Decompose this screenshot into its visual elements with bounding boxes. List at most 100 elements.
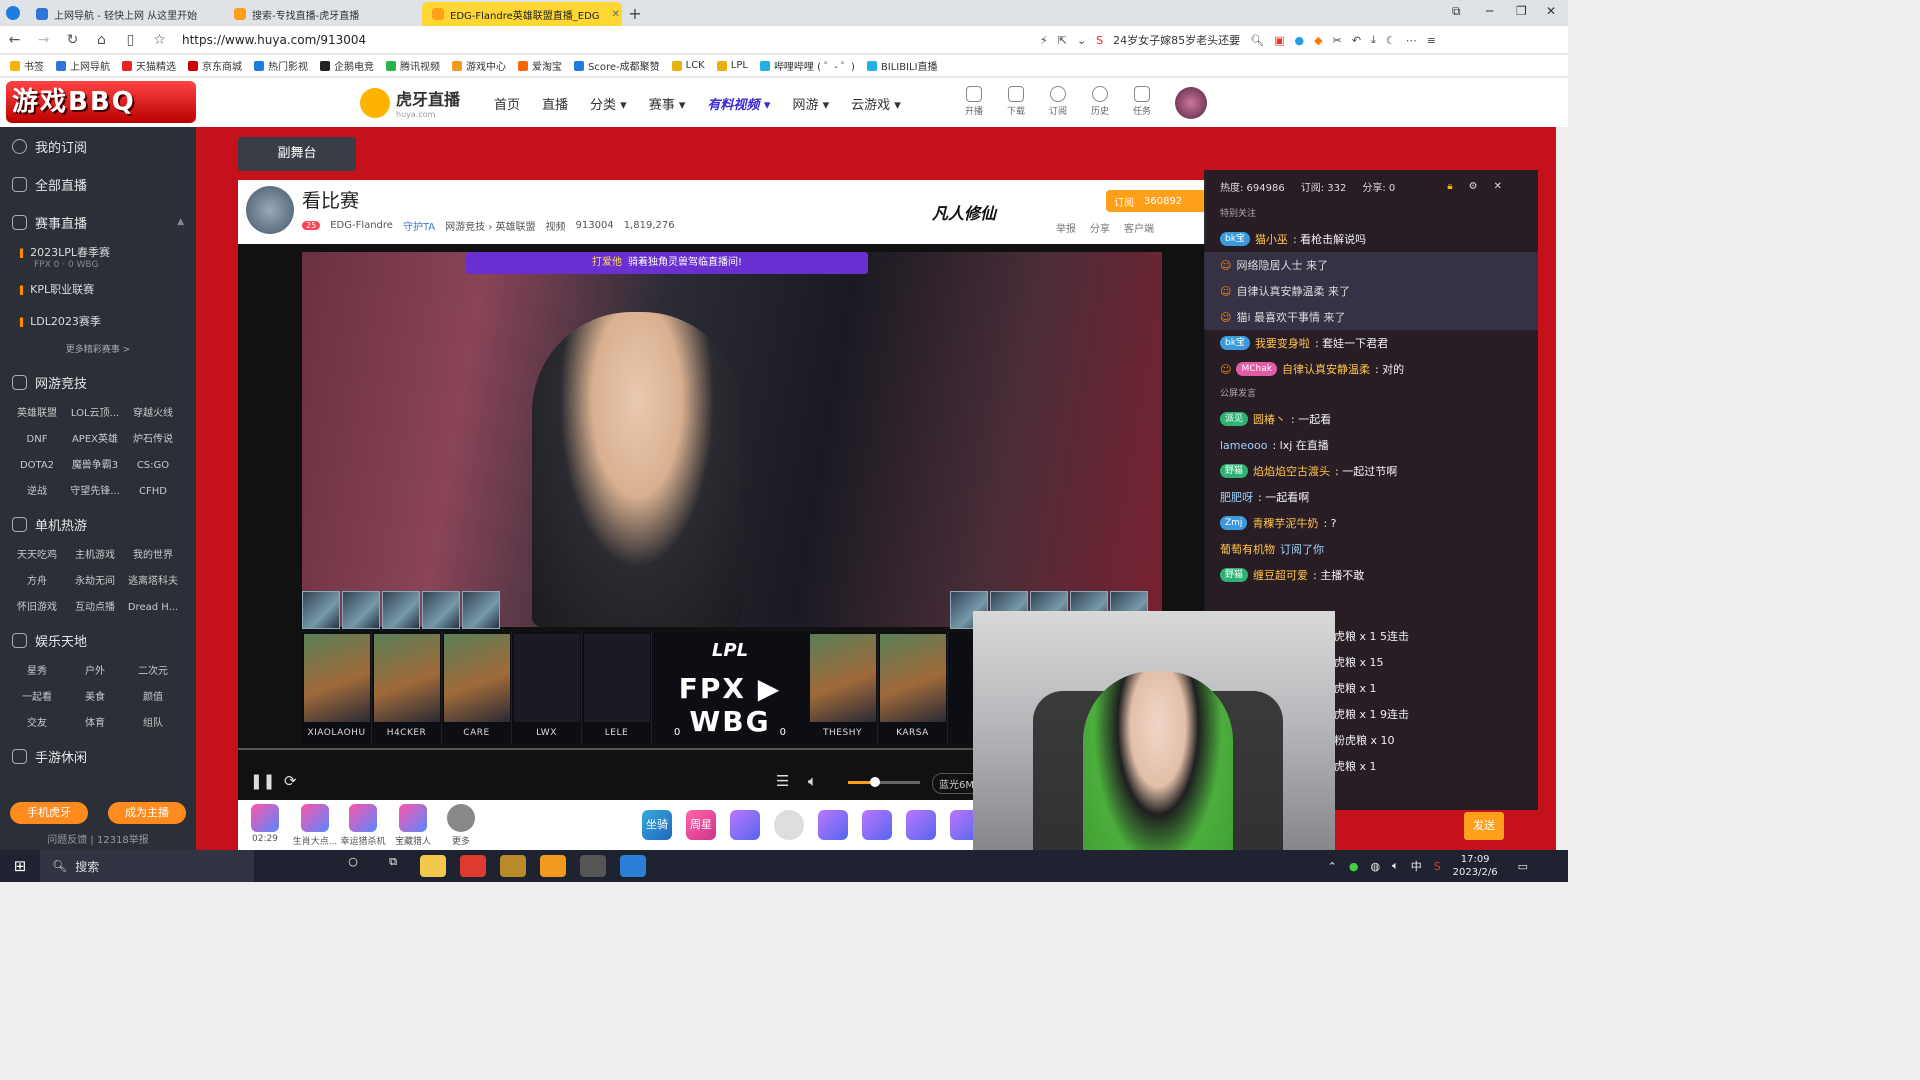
tab-1[interactable]: 搜索-专找直播-虎牙直播 <box>224 2 422 26</box>
new-tab-button[interactable]: + <box>622 4 648 23</box>
chat-message[interactable]: ☺ MChak 自律认真安静温柔: 对的 <box>1204 356 1538 382</box>
collapse-icon[interactable]: ▲ <box>177 217 184 227</box>
nav-home[interactable]: 首页 <box>494 94 520 113</box>
night-mode-icon[interactable]: ☾ <box>1386 34 1396 47</box>
sidebar-item-subscriptions[interactable]: 我的订阅 <box>0 127 196 165</box>
more-events-link[interactable]: 更多精彩赛事 > <box>0 337 196 363</box>
category-link[interactable]: 互动点播 <box>66 595 124 621</box>
download-button[interactable]: 下载 <box>1004 86 1028 117</box>
danmaku-icon[interactable]: ☰ <box>776 772 789 790</box>
category-link[interactable]: 逆战 <box>8 479 66 505</box>
sidebar-event[interactable]: 2023LPL春季赛 FPX 0 · 0 WBG <box>0 241 196 273</box>
back-icon[interactable]: ← <box>0 32 29 48</box>
chat-message[interactable]: bk宝 猫小巫: 看枪击解说吗 <box>1204 226 1538 252</box>
sidebar-item-all-live[interactable]: 全部直播 <box>0 165 196 203</box>
app-tray-icon[interactable]: ● <box>1349 860 1359 873</box>
sidebar-section-single-player[interactable]: 单机热游 <box>0 505 196 543</box>
category-breadcrumb[interactable]: 网游竞技 › 英雄联盟 <box>445 218 535 233</box>
gift-icon[interactable] <box>730 810 760 840</box>
gift-icon[interactable] <box>818 810 848 840</box>
chat-message[interactable]: bk宝 我要变身啦: 套娃一下君君 <box>1204 330 1538 356</box>
tab-close-icon[interactable]: ✕ <box>612 9 620 20</box>
category-link[interactable]: DNF <box>8 427 66 453</box>
sidebar-item-event-live[interactable]: 赛事直播 ▲ <box>0 203 196 241</box>
category-link[interactable]: 方舟 <box>8 569 66 595</box>
category-link[interactable]: 主机游戏 <box>66 543 124 569</box>
bookmark-item[interactable]: 热门影视 <box>254 58 308 73</box>
gift-icon[interactable] <box>906 810 936 840</box>
brand-logo[interactable]: 游戏BBQ <box>6 81 196 123</box>
nav-category[interactable]: 分类 ▾ <box>590 94 627 113</box>
tools-icon[interactable]: ✂ <box>1333 34 1342 47</box>
huya-logo[interactable]: 虎牙直播 huya.com <box>360 86 460 119</box>
more-games-button[interactable]: 更多 <box>436 804 486 847</box>
sidebar-event[interactable]: KPL职业联赛 <box>0 273 196 305</box>
secondary-stage-tab[interactable]: 副舞台 <box>238 137 356 171</box>
category-link[interactable]: 美食 <box>66 685 124 711</box>
maximize-icon[interactable]: ❐ <box>1516 4 1527 18</box>
nav-videos[interactable]: 有料视频 ▾ <box>707 94 770 113</box>
nav-online-games[interactable]: 网游 ▾ <box>792 94 829 113</box>
task-view-icon[interactable]: ⧉ <box>380 855 406 877</box>
volume-slider[interactable] <box>848 777 920 787</box>
bookmark-item[interactable]: 游戏中心 <box>452 58 506 73</box>
category-link[interactable]: 户外 <box>66 659 124 685</box>
treasure-box[interactable]: 02:29 <box>240 804 290 844</box>
bookmark-item[interactable]: 上网导航 <box>56 58 110 73</box>
category-link[interactable]: LOL云顶... <box>66 401 124 427</box>
undo-icon[interactable]: ↶ <box>1352 34 1361 47</box>
refresh-icon[interactable]: ⟳ <box>284 772 297 790</box>
minimize-icon[interactable]: ─ <box>1486 4 1493 18</box>
chat-message[interactable]: 派见 圆椿丶: 一起看 <box>1204 406 1538 432</box>
category-link[interactable]: Dread H... <box>124 595 182 621</box>
close-icon[interactable]: ✕ <box>1494 181 1502 192</box>
forward-icon[interactable]: → <box>29 32 58 48</box>
category-link[interactable]: 颜值 <box>124 685 182 711</box>
menu-icon[interactable]: ≡ <box>1427 34 1436 47</box>
category-link[interactable]: CFHD <box>124 479 182 505</box>
category-link[interactable]: 怀旧游戏 <box>8 595 66 621</box>
chat-message[interactable]: Zmj 青稞芋泥牛奶: ? <box>1204 510 1538 536</box>
nav-cloud-games[interactable]: 云游戏 ▾ <box>851 94 901 113</box>
sidebar-section-online-games[interactable]: 网游竞技 <box>0 363 196 401</box>
become-anchor-button[interactable]: 成为主播 <box>108 802 186 824</box>
bookmark-item[interactable]: 企鹅电竞 <box>320 58 374 73</box>
volume-knob[interactable] <box>870 777 881 787</box>
game-entry[interactable]: 幸运猎杀机 <box>338 804 388 847</box>
category-link[interactable]: 英雄联盟 <box>8 401 66 427</box>
subscriptions-button[interactable]: 订阅 <box>1046 86 1070 117</box>
tab-list-icon[interactable]: ⧉ <box>1452 4 1461 19</box>
search-icon[interactable]: 🔍︎ <box>1250 34 1264 47</box>
bookmark-item[interactable]: 腾讯视频 <box>386 58 440 73</box>
streamer-avatar[interactable] <box>246 186 294 234</box>
more-icon[interactable]: ⋯ <box>1406 34 1417 47</box>
video-link[interactable]: 视频 <box>546 218 566 233</box>
category-link[interactable]: 一起看 <box>8 685 66 711</box>
cortana-icon[interactable]: ○ <box>340 855 366 877</box>
browser-menu-icon[interactable] <box>0 0 26 26</box>
sidebar-footer[interactable]: 问题反馈 | 12318举报 <box>0 831 196 846</box>
lock-icon[interactable]: 🔒︎ <box>1447 181 1452 192</box>
category-link[interactable]: 永劫无间 <box>66 569 124 595</box>
guard-link[interactable]: 守护TA <box>403 218 435 233</box>
category-link[interactable]: 穿越火线 <box>124 401 182 427</box>
report-button[interactable]: 举报 <box>1056 220 1076 235</box>
category-link[interactable]: 守望先锋... <box>66 479 124 505</box>
category-link[interactable]: 二次元 <box>124 659 182 685</box>
category-link[interactable]: 星秀 <box>8 659 66 685</box>
settings-icon[interactable]: ⚙ <box>1469 181 1478 192</box>
app-icon[interactable] <box>460 855 486 877</box>
bookmark-item[interactable]: LPL <box>716 60 748 71</box>
category-link[interactable]: 组队 <box>124 711 182 737</box>
reader-icon[interactable]: ▯ <box>116 32 145 48</box>
mobile-app-button[interactable]: 手机虎牙 <box>10 802 88 824</box>
extension-icon[interactable]: ▣ <box>1274 34 1284 47</box>
lol-icon[interactable] <box>500 855 526 877</box>
chat-message[interactable]: 野猫 焰焰焰空古渡头: 一起过节啊 <box>1204 458 1538 484</box>
gift-icon[interactable] <box>774 810 804 840</box>
weekly-star-button[interactable]: 周星 <box>686 810 716 840</box>
tasks-button[interactable]: 任务 <box>1130 86 1154 117</box>
bookmark-item[interactable]: BILIBILI直播 <box>866 58 938 73</box>
bookmark-item[interactable]: 天猫精选 <box>122 58 176 73</box>
gift-icon[interactable] <box>862 810 892 840</box>
